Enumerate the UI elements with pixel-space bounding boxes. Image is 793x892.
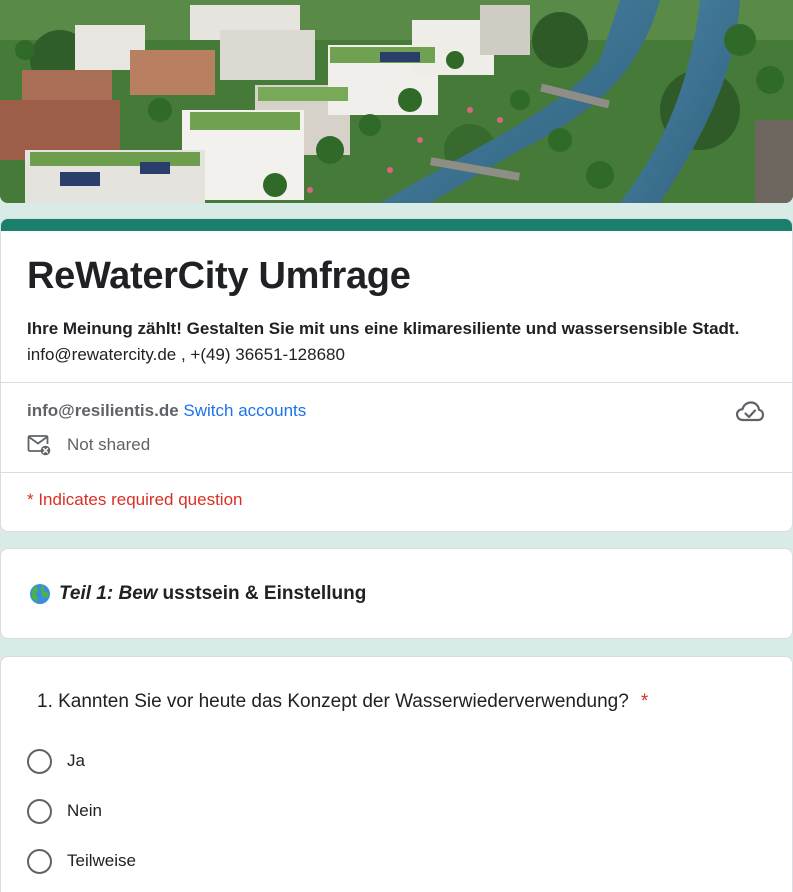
form-title: ReWaterCity Umfrage — [27, 255, 411, 297]
option-nein[interactable]: Nein — [27, 798, 102, 824]
question-text: 1. Kannten Sie vor heute das Konzept der… — [37, 691, 629, 712]
divider — [1, 382, 792, 383]
section-header-card: Teil 1: Bew usstsein & Einstellung — [0, 548, 793, 639]
option-label: Ja — [67, 751, 85, 770]
header-banner-image — [0, 0, 793, 203]
section-title-rest: usstsein & Einstellung — [162, 583, 367, 604]
required-asterisk: * — [640, 691, 649, 712]
mail-not-shared-icon — [27, 434, 51, 456]
section-title-italic: Teil 1: Bew — [59, 583, 158, 604]
switch-accounts-link[interactable]: Switch accounts — [183, 401, 306, 420]
divider — [1, 472, 792, 473]
globe-icon — [29, 583, 51, 605]
header-accent-bar — [1, 219, 792, 231]
option-ja[interactable]: Ja — [27, 748, 85, 774]
cloud-check-icon — [735, 399, 765, 425]
account-info: info@resilientis.de Switch accounts — [27, 401, 306, 421]
radio-button[interactable] — [27, 848, 52, 874]
option-teilweise[interactable]: Teilweise — [27, 848, 136, 874]
form-header-card: ReWaterCity Umfrage Ihre Meinung zählt! … — [0, 218, 793, 532]
section-title: Teil 1: Bew usstsein & Einstellung — [29, 583, 366, 605]
question-card: 1. Kannten Sie vor heute das Konzept der… — [0, 656, 793, 892]
radio-button[interactable] — [27, 748, 52, 774]
required-question-note: * Indicates required question — [27, 490, 243, 509]
form-description: Ihre Meinung zählt! Gestalten Sie mit un… — [27, 319, 740, 338]
option-label: Teilweise — [67, 851, 136, 870]
not-shared-label: Not shared — [67, 435, 151, 454]
account-email: info@resilientis.de — [27, 401, 179, 420]
question-title: 1. Kannten Sie vor heute das Konzept der… — [37, 691, 648, 713]
option-label: Nein — [67, 801, 102, 820]
form-contact: info@rewatercity.de , +(49) 36651-128680 — [27, 345, 345, 364]
radio-button[interactable] — [27, 798, 52, 824]
not-shared-status: Not shared — [27, 433, 150, 457]
